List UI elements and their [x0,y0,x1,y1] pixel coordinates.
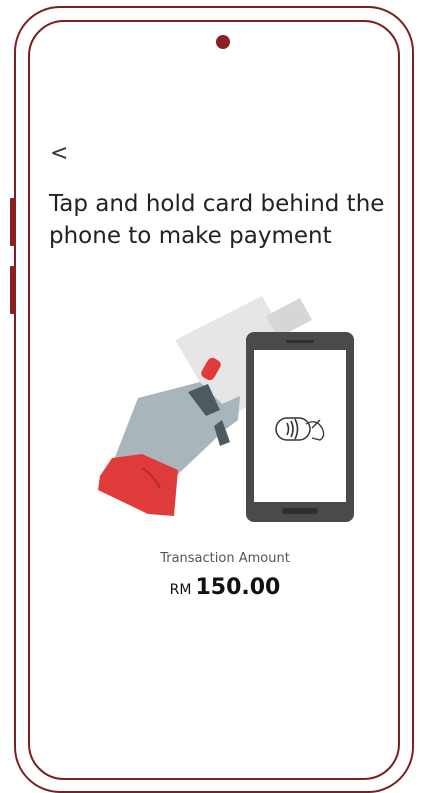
hand-icon [98,382,240,516]
front-camera [216,35,230,49]
volume-up-button [10,198,16,246]
transaction-amount: RM 150.00 [120,575,330,600]
chevron-left-icon: < [50,141,69,166]
page-title: Tap and hold card behind the phone to ma… [49,191,385,249]
back-button[interactable]: < [50,140,74,168]
tap-to-pay-illustration [90,292,355,524]
amount-value: 150.00 [195,575,281,600]
currency-code: RM [169,582,192,598]
phone-icon [246,332,354,522]
volume-down-button [10,266,16,314]
transaction-amount-label: Transaction Amount [160,551,290,566]
